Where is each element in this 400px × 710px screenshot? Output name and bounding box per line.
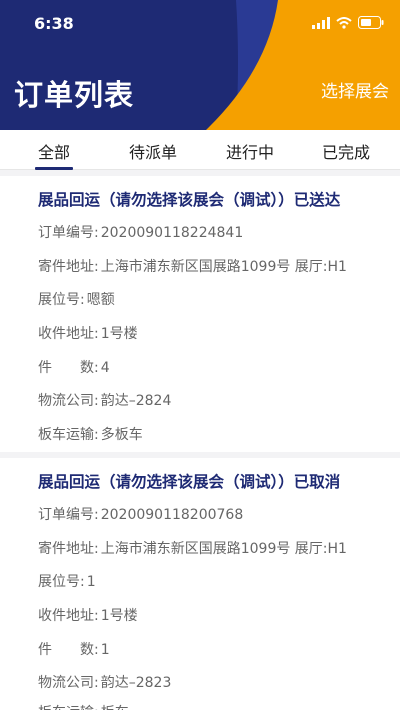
field-label: 寄件地址:	[38, 259, 99, 275]
field-value: 1号楼	[100, 326, 138, 342]
field-label: 件 数:	[38, 642, 99, 658]
field-label: 收件地址:	[38, 326, 99, 342]
field-label: 板车运输:	[38, 427, 99, 443]
order-field-receiver-address: 收件地址: 1号楼	[38, 605, 138, 625]
order-field-booth-no: 展位号: 嗯额	[38, 289, 115, 309]
status-bar: 6:38	[0, 0, 400, 46]
field-value: 多板车	[100, 427, 143, 443]
order-title: 展品回运（请勿选择该展会（调试））已送达	[38, 191, 341, 209]
field-value: 韵达–2824	[100, 393, 172, 409]
order-field-order-no: 订单编号: 2020090118224841	[38, 222, 243, 242]
order-title: 展品回运（请勿选择该展会（调试））已取消	[38, 473, 341, 491]
tab-pending-dispatch[interactable]: 待派单	[129, 139, 177, 163]
field-value: 2020090118224841	[100, 225, 244, 241]
app-header: 6:38 订单列表 选择展会	[0, 0, 400, 130]
field-value: 2020090118200768	[100, 507, 244, 523]
order-field-cart-transport: 板车运输:板车	[38, 702, 129, 710]
status-time: 6:38	[34, 14, 74, 33]
field-label: 物流公司:	[38, 393, 99, 409]
order-status-tabs: 全部 待派单 进行中 已完成	[0, 130, 400, 170]
status-icons	[312, 16, 384, 29]
field-label: 件 数:	[38, 360, 99, 376]
page-title: 订单列表	[14, 78, 135, 112]
order-card[interactable]: 展品回运（请勿选择该展会（调试））已送达 订单编号: 20200901182248…	[0, 176, 400, 452]
order-field-logistics: 物流公司: 韵达–2824	[38, 390, 171, 410]
field-value: 韵达–2823	[100, 675, 172, 691]
field-label: 寄件地址:	[38, 541, 99, 557]
signal-icon	[312, 16, 330, 29]
order-field-sender-address: 寄件地址: 上海市浦东新区国展路1099号 展厅:H1	[38, 538, 347, 558]
active-tab-indicator	[35, 167, 73, 170]
order-field-sender-address: 寄件地址: 上海市浦东新区国展路1099号 展厅:H1	[38, 256, 347, 276]
order-field-order-no: 订单编号: 2020090118200768	[38, 504, 243, 524]
wifi-icon	[336, 16, 352, 29]
field-label: 板车运输:	[38, 702, 99, 710]
field-value: 4	[100, 360, 110, 376]
order-field-cart-transport: 板车运输: 多板车	[38, 424, 143, 444]
battery-icon	[358, 16, 384, 29]
field-label: 订单编号:	[38, 507, 99, 523]
field-value: 嗯额	[86, 292, 115, 308]
field-label: 物流公司:	[38, 675, 99, 691]
order-field-logistics: 物流公司: 韵达–2823	[38, 672, 171, 692]
field-value: 上海市浦东新区国展路1099号 展厅:H1	[100, 541, 347, 557]
field-label: 订单编号:	[38, 225, 99, 241]
field-label: 展位号:	[38, 292, 85, 308]
select-expo-button[interactable]: 选择展会	[321, 77, 389, 102]
field-label: 收件地址:	[38, 608, 99, 624]
order-field-booth-no: 展位号: 1	[38, 571, 96, 591]
tab-all[interactable]: 全部	[38, 139, 70, 163]
tab-completed[interactable]: 已完成	[322, 139, 370, 163]
field-value: 1	[86, 574, 96, 590]
field-value: 板车	[101, 702, 129, 710]
field-value: 1号楼	[100, 608, 138, 624]
order-card[interactable]: 展品回运（请勿选择该展会（调试））已取消 订单编号: 20200901182007…	[0, 458, 400, 710]
tab-in-progress[interactable]: 进行中	[226, 139, 274, 163]
order-field-receiver-address: 收件地址: 1号楼	[38, 323, 138, 343]
order-field-piece-count: 件 数: 1	[38, 639, 110, 659]
field-value: 上海市浦东新区国展路1099号 展厅:H1	[100, 259, 347, 275]
order-field-piece-count: 件 数: 4	[38, 357, 110, 377]
field-value: 1	[100, 642, 110, 658]
field-label: 展位号:	[38, 574, 85, 590]
